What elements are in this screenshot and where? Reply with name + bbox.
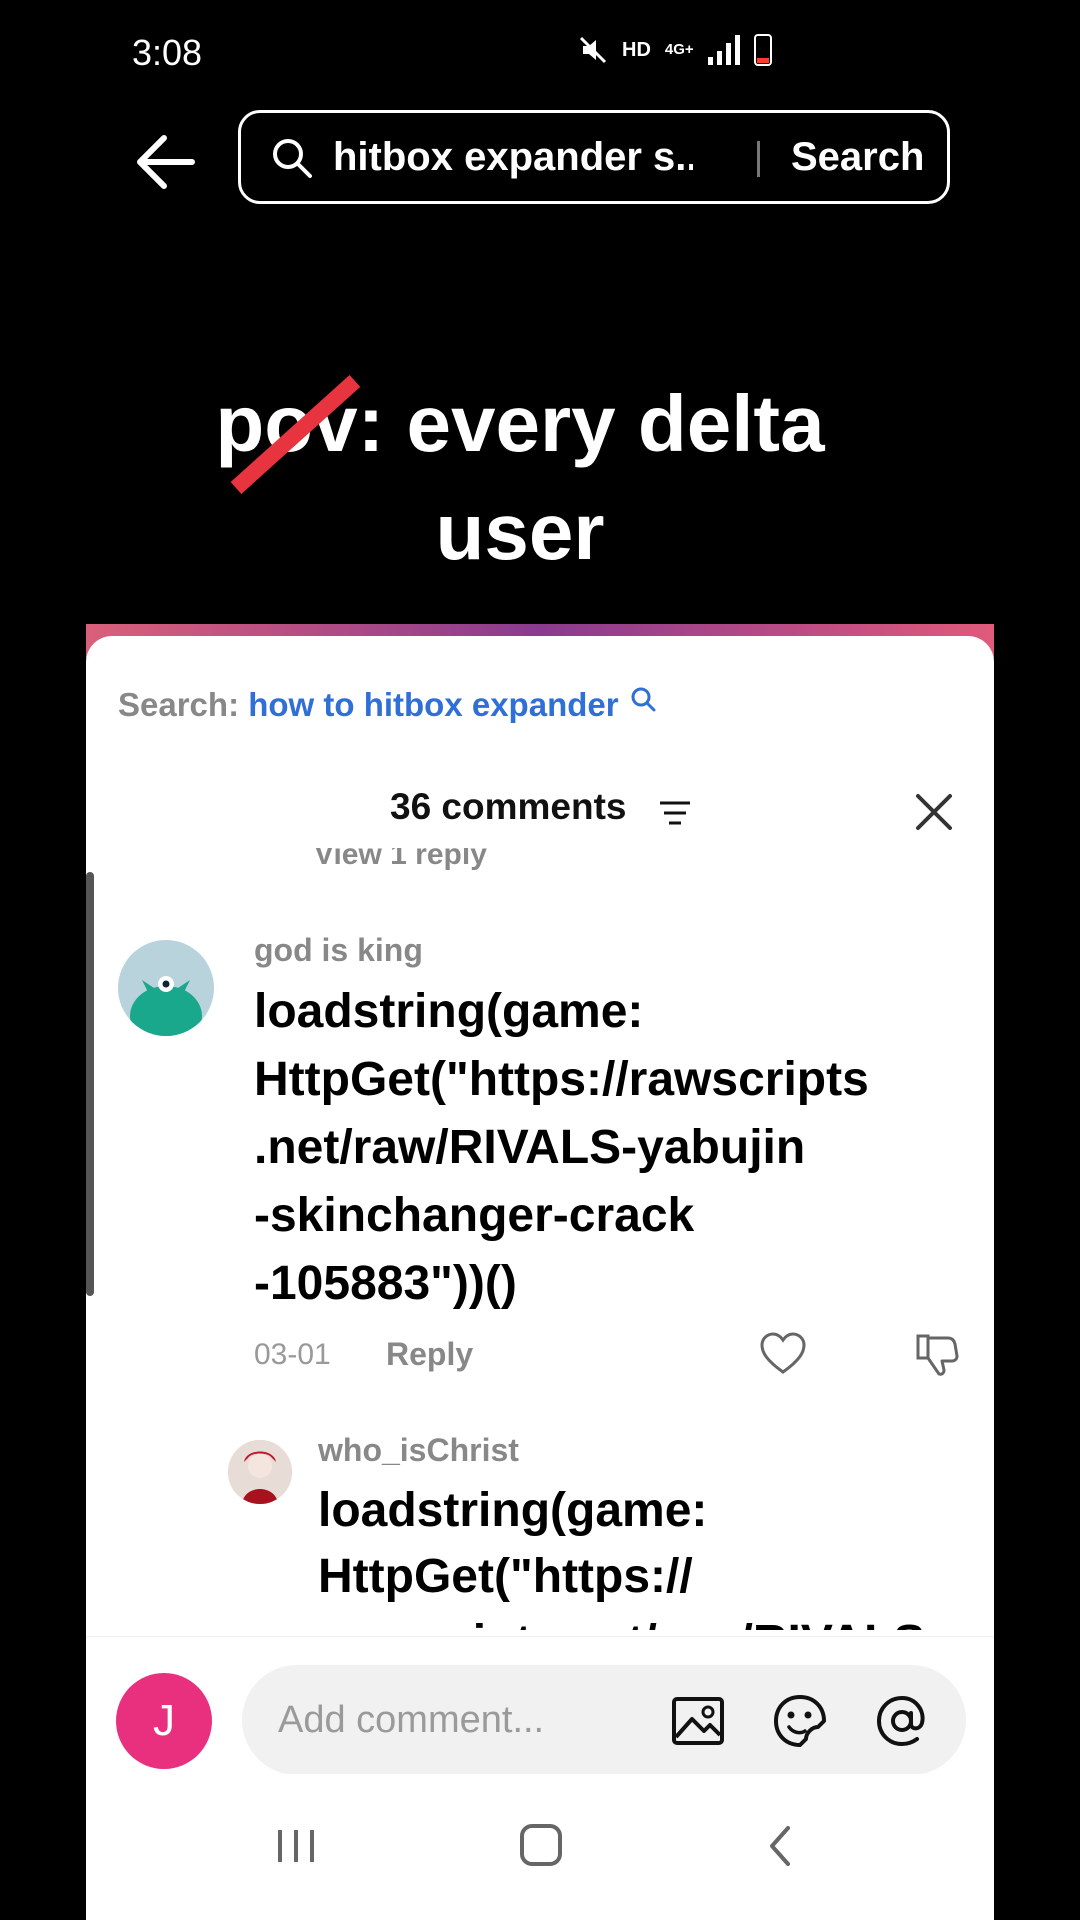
- search-icon: [273, 139, 312, 178]
- search-box[interactable]: hitbox expander s... Search: [238, 110, 950, 204]
- user-avatar[interactable]: J: [116, 1673, 212, 1769]
- comment-input-bar: J Add comment...: [86, 1636, 994, 1787]
- mute-icon: [579, 36, 607, 64]
- comment-item: who_isChrist loadstring(game: HttpGet("h…: [86, 636, 994, 1636]
- back-nav-icon[interactable]: [752, 1818, 812, 1874]
- comment-input[interactable]: Add comment...: [242, 1665, 966, 1775]
- hd-indicator: HD: [622, 38, 651, 61]
- comment-text: loadstring(game: HttpGet("https:// rawsc…: [318, 1484, 925, 1630]
- system-nav-bar: [86, 1774, 994, 1920]
- search-button[interactable]: Search: [791, 135, 924, 180]
- top-search-row: hitbox expander s... Search: [0, 110, 1080, 210]
- status-bar: 3:08 HD 4G+: [0, 0, 1080, 108]
- status-time: 3:08: [132, 32, 203, 73]
- comment-username[interactable]: who_isChrist: [318, 1432, 519, 1469]
- home-icon[interactable]: [510, 1818, 570, 1874]
- search-divider: [757, 141, 760, 177]
- emoji-icon[interactable]: [772, 1693, 828, 1749]
- search-input[interactable]: hitbox expander s...: [333, 135, 693, 180]
- recent-apps-icon[interactable]: [266, 1818, 326, 1874]
- avatar-image: [228, 1440, 292, 1504]
- comments-sheet: Search: how to hitbox expander 36 commen…: [86, 636, 994, 1920]
- signal-icon: [707, 35, 740, 65]
- network-indicator: 4G+: [664, 41, 694, 58]
- status-icons: HD 4G+: [578, 34, 772, 66]
- image-icon[interactable]: [670, 1693, 726, 1749]
- arrow-left-icon: [137, 135, 195, 189]
- mention-icon[interactable]: [874, 1693, 930, 1749]
- video-caption: pov: every delta user: [215, 379, 825, 576]
- back-button[interactable]: [130, 132, 200, 192]
- avatar[interactable]: [228, 1440, 292, 1504]
- battery-icon: [753, 34, 772, 66]
- comment-input-placeholder: Add comment...: [278, 1699, 545, 1741]
